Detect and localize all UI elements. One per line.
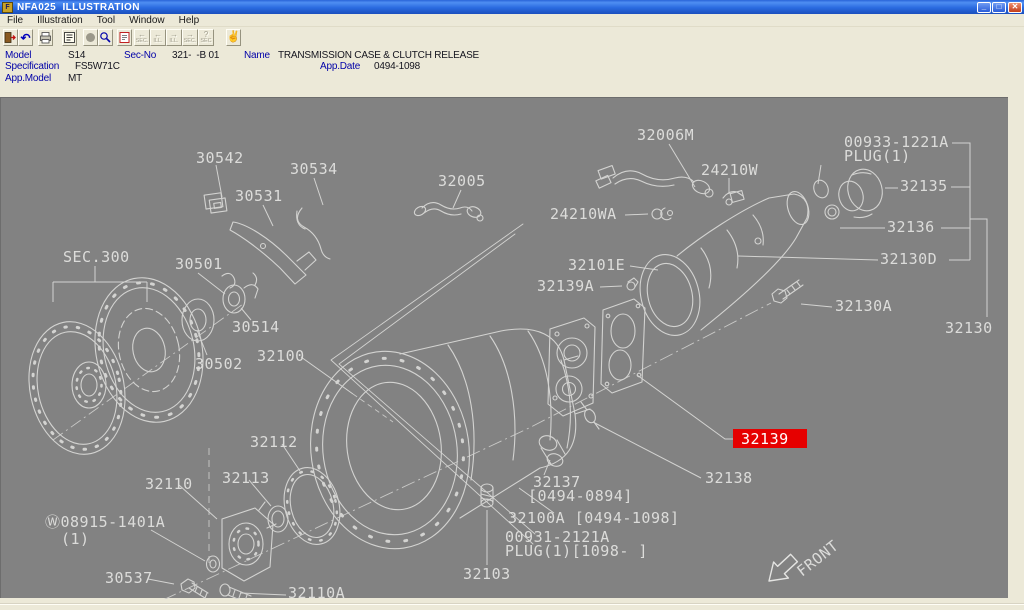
appdate-label: App.Date [320, 61, 360, 72]
model-label: Model [5, 50, 31, 61]
part-label-30542[interactable]: 30542 [196, 149, 244, 167]
appmodel-value: MT [68, 73, 82, 84]
maximize-button[interactable]: □ [992, 2, 1006, 13]
part-label-32006m[interactable]: 32006M [637, 126, 694, 144]
part-label-plug1[interactable]: PLUG(1) [844, 147, 911, 165]
exit-door-icon [4, 31, 17, 44]
parts-line-art [17, 165, 887, 599]
undo-icon: ↶ [20, 32, 30, 44]
prev-section-button[interactable]: ← SEC. [134, 29, 150, 46]
part-label-30514[interactable]: 30514 [232, 318, 280, 336]
menu-window[interactable]: Window [122, 15, 172, 26]
right-arrow-icon: → [186, 31, 194, 38]
menu-bar: File Illustration Tool Window Help [0, 14, 1024, 27]
name-label: Name [244, 50, 270, 61]
part-label-32135[interactable]: 32135 [900, 177, 948, 195]
part-label-04940894[interactable]: [0494-0894] [528, 487, 633, 505]
section-search-button[interactable]: ? SEC [198, 29, 214, 46]
parts-list-icon [63, 31, 76, 44]
window-title: NFA025 ILLUSTRATION [17, 2, 976, 13]
secno-label: Sec-No [124, 50, 156, 61]
appmodel-label: App.Model [5, 73, 51, 84]
part-label-32100[interactable]: 32100 [257, 347, 305, 365]
part-label-32112[interactable]: 32112 [250, 433, 298, 451]
right-arrow-icon: → [170, 31, 178, 38]
menu-help[interactable]: Help [172, 15, 207, 26]
app-icon: F [2, 2, 13, 13]
centerlines [53, 303, 771, 599]
left-arrow-icon: ← [138, 31, 146, 38]
bottom-divider [0, 603, 1024, 605]
part-label-32130a[interactable]: 32130A [835, 297, 892, 315]
print-button[interactable] [38, 29, 53, 46]
info-panel: Model S14 Sec-No 321- -B 01 Name TRANSMI… [0, 48, 1024, 90]
part-label-32103[interactable]: 32103 [463, 565, 511, 583]
part-label-32110[interactable]: 32110 [145, 475, 193, 493]
part-label-32138[interactable]: 32138 [705, 469, 753, 487]
secno-value: 321- -B 01 [172, 50, 219, 61]
memo-icon [118, 31, 131, 44]
part-label-32136[interactable]: 32136 [887, 218, 935, 236]
part-label-32130[interactable]: 32130 [945, 319, 993, 337]
memo-button[interactable] [117, 29, 132, 46]
help-button[interactable]: ✌ [226, 29, 241, 46]
parts-list-button[interactable] [62, 29, 77, 46]
illustration-canvas[interactable]: 32139 3054230534305313200532006M24210W00… [0, 97, 1008, 598]
part-label-plug11098[interactable]: PLUG(1)[1098- ] [505, 542, 648, 560]
next-section-button[interactable]: → SEC. [182, 29, 198, 46]
minimize-button[interactable]: _ [977, 2, 991, 13]
next-illustration-button[interactable]: → ILL. [166, 29, 182, 46]
part-label-front[interactable]: FRONT [793, 537, 842, 581]
highlighted-part-32139[interactable]: 32139 [733, 429, 807, 448]
menu-tool[interactable]: Tool [90, 15, 122, 26]
printer-icon [39, 31, 52, 44]
toolbar: ↶ ← SEC. ← ILL. → I [0, 27, 1024, 49]
menu-illustration[interactable]: Illustration [30, 15, 90, 26]
appdate-value: 0494-1098 [374, 61, 420, 72]
part-label-30534[interactable]: 30534 [290, 160, 338, 178]
part-label-sec300[interactable]: SEC.300 [63, 248, 130, 266]
part-label-32101e[interactable]: 32101E [568, 256, 625, 274]
record-button[interactable] [83, 29, 98, 46]
record-circle-icon [86, 33, 95, 42]
part-label-24210w[interactable]: 24210W [701, 161, 759, 179]
model-value: S14 [68, 50, 85, 61]
part-label-089151401a[interactable]: Ⓦ08915-1401A [45, 513, 165, 531]
exit-button[interactable] [3, 29, 18, 46]
menu-file[interactable]: File [0, 15, 30, 26]
name-value: TRANSMISSION CASE & CLUTCH RELEASE [278, 50, 479, 61]
help-hand-icon: ✌ [227, 32, 241, 43]
magnifier-icon [99, 31, 112, 44]
part-label-1[interactable]: (1) [61, 530, 90, 548]
specification-label: Specification [5, 61, 59, 72]
left-arrow-icon: ← [154, 31, 162, 38]
prev-illustration-button[interactable]: ← ILL. [150, 29, 166, 46]
part-label-30502[interactable]: 30502 [195, 355, 243, 373]
undo-button[interactable]: ↶ [18, 29, 33, 46]
front-arrow-icon [769, 554, 797, 581]
part-label-32100a04941098[interactable]: 32100A [0494-1098] [508, 509, 680, 527]
question-icon: ? [204, 31, 208, 38]
part-label-32110a[interactable]: 32110A [288, 584, 345, 599]
part-label-30531[interactable]: 30531 [235, 187, 283, 205]
part-label-32113[interactable]: 32113 [222, 469, 270, 487]
part-label-32005[interactable]: 32005 [438, 172, 486, 190]
part-label-32139a[interactable]: 32139A [537, 277, 594, 295]
part-label-24210wa[interactable]: 24210WA [550, 205, 617, 223]
title-bar: F NFA025 ILLUSTRATION _ □ ✕ [0, 0, 1024, 14]
close-button[interactable]: ✕ [1008, 2, 1022, 13]
part-label-30537[interactable]: 30537 [105, 569, 153, 587]
part-label-32130d[interactable]: 32130D [880, 250, 937, 268]
part-label-30501[interactable]: 30501 [175, 255, 223, 273]
specification-value: FS5W71C [75, 61, 120, 72]
zoom-button[interactable] [98, 29, 113, 46]
svg-text:32139: 32139 [741, 430, 789, 448]
